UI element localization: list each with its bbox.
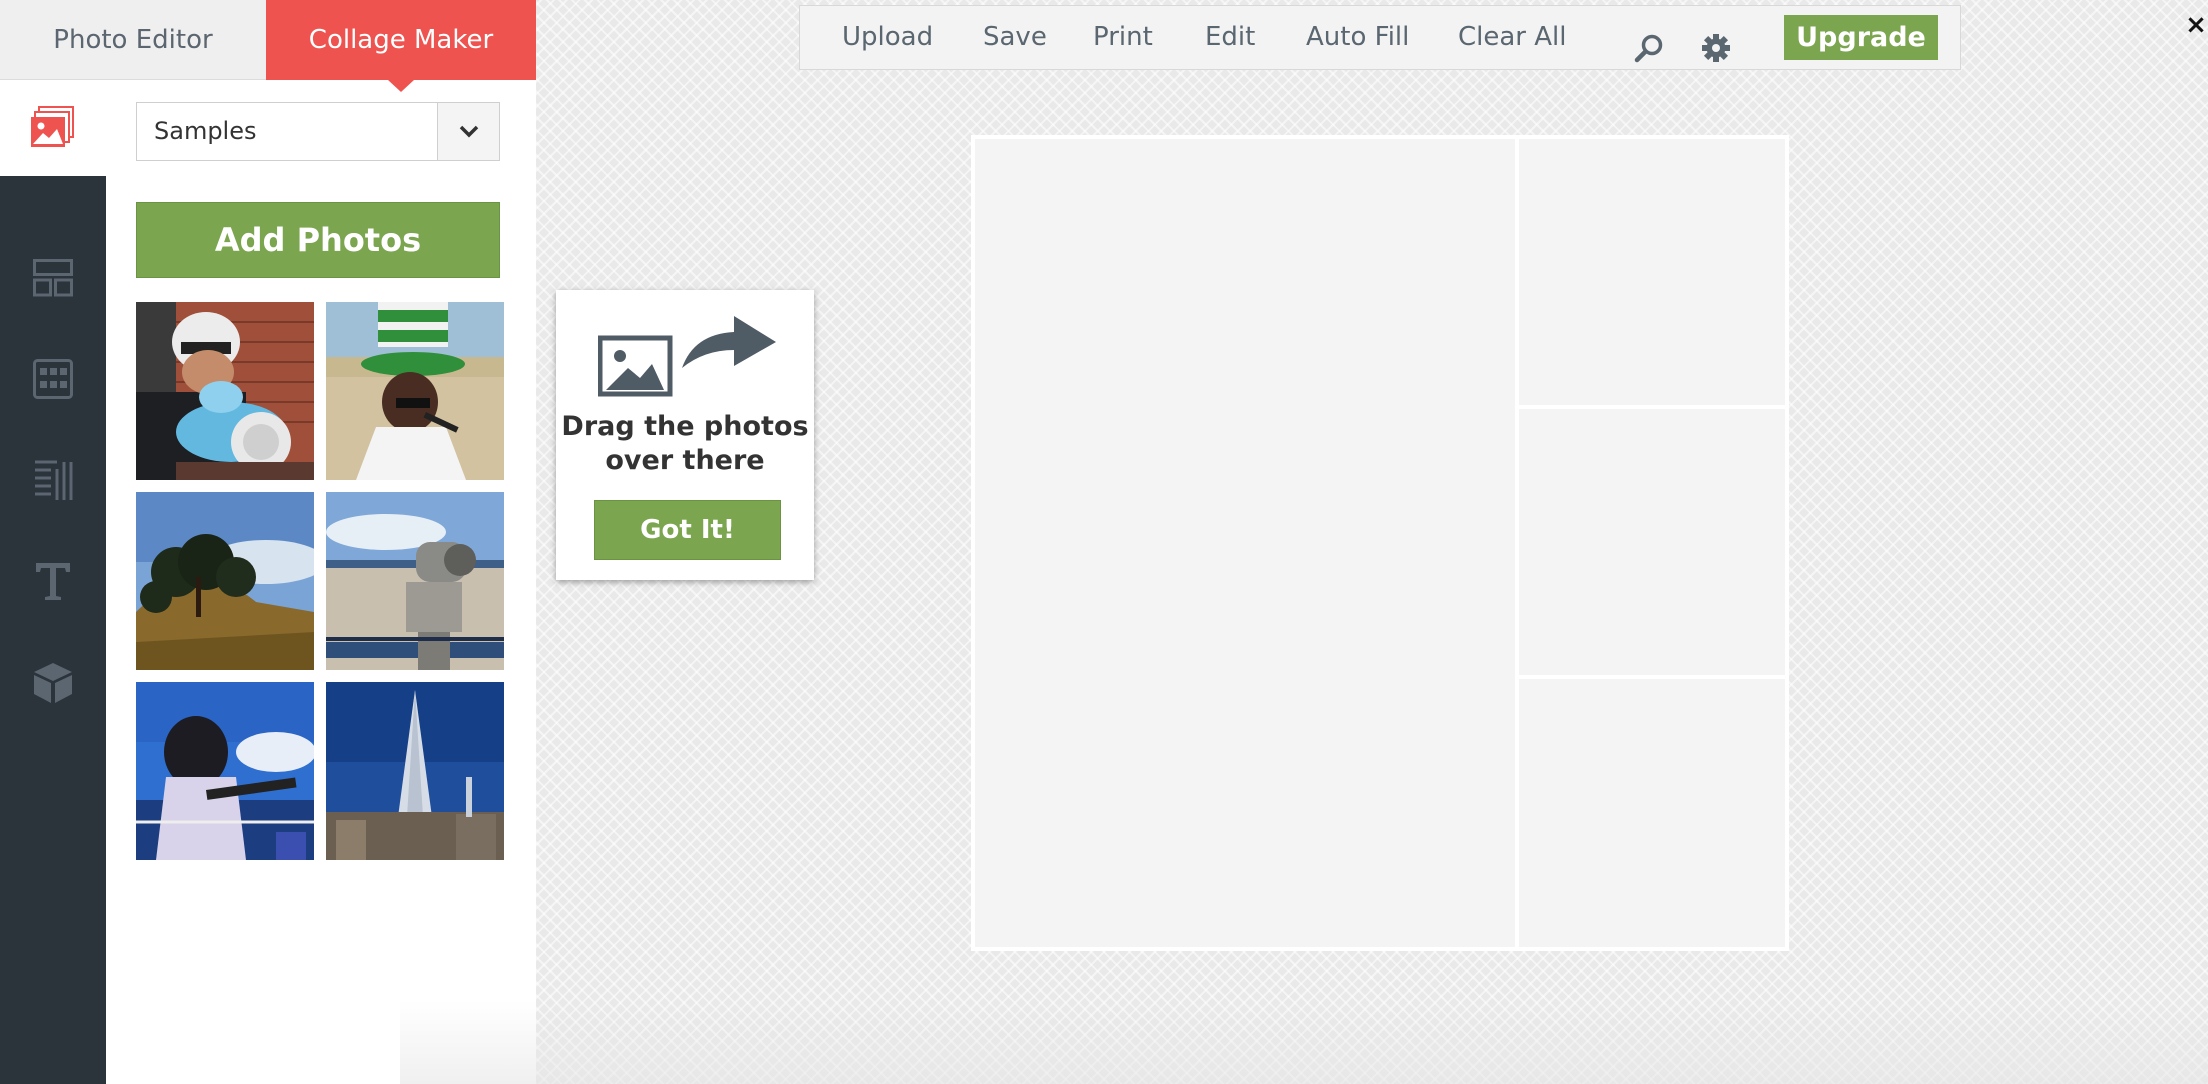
rail-item-backgrounds[interactable]	[0, 430, 106, 530]
upgrade-button[interactable]: Upgrade	[1784, 15, 1938, 60]
rail-item-photos[interactable]	[0, 80, 106, 176]
photo-source-select[interactable]: Samples	[136, 102, 500, 161]
got-it-button[interactable]: Got It!	[594, 500, 781, 560]
photo-source-value: Samples	[154, 117, 257, 145]
sample-photo-thumbnail[interactable]	[326, 682, 504, 860]
photos-icon	[31, 106, 74, 147]
sample-photo-thumbnail[interactable]	[136, 302, 314, 480]
grid-icon	[33, 359, 73, 399]
tab-photo-editor[interactable]: Photo Editor	[0, 0, 266, 80]
clear-all-button[interactable]: Clear All	[1458, 6, 1567, 69]
collage-cell-top-right[interactable]	[1519, 139, 1785, 405]
mode-tabs: Photo Editor Collage Maker	[0, 0, 536, 92]
text-icon	[36, 563, 70, 600]
collage-canvas	[971, 135, 1789, 951]
layout-icon	[33, 259, 73, 297]
auto-fill-button[interactable]: Auto Fill	[1306, 6, 1409, 69]
search-icon[interactable]	[1634, 24, 1664, 63]
close-icon[interactable]: ×	[2184, 10, 2208, 40]
chevron-down-icon[interactable]	[437, 103, 499, 160]
toolbar: Upload Save Print Edit Auto Fill Clear A…	[799, 5, 1961, 70]
rail-item-layouts[interactable]	[0, 228, 106, 328]
sample-photo-thumbnail[interactable]	[326, 492, 504, 670]
stickers-icon	[34, 663, 72, 703]
collage-cell-middle-right[interactable]	[1519, 409, 1785, 675]
print-button[interactable]: Print	[1093, 6, 1153, 69]
drag-photo-hint-icon	[598, 316, 776, 397]
tab-collage-maker[interactable]: Collage Maker	[266, 0, 536, 92]
rail-item-grid[interactable]	[0, 329, 106, 429]
collage-cell-bottom-right[interactable]	[1519, 679, 1785, 947]
bottom-shadow	[400, 1000, 2208, 1084]
upload-button[interactable]: Upload	[842, 6, 933, 69]
collage-cell-main[interactable]	[975, 139, 1515, 947]
hint-text: Drag the photos over there	[556, 410, 814, 478]
hint-line-1: Drag the photos	[561, 411, 809, 442]
drag-hint-card: Drag the photos over there Got It!	[556, 290, 814, 580]
backgrounds-icon	[35, 460, 73, 500]
sample-photo-thumbnail[interactable]	[136, 492, 314, 670]
hint-line-2: over there	[605, 445, 765, 476]
left-panel: Photo Editor Collage Maker Samples Add P…	[0, 0, 536, 1084]
save-button[interactable]: Save	[983, 6, 1047, 69]
icon-rail	[0, 80, 106, 1084]
rail-item-text[interactable]	[0, 531, 106, 631]
gear-icon[interactable]	[1701, 24, 1731, 62]
sample-photo-thumbnail[interactable]	[136, 682, 314, 860]
edit-button[interactable]: Edit	[1205, 6, 1255, 69]
add-photos-button[interactable]: Add Photos	[136, 202, 500, 278]
rail-item-stickers[interactable]	[0, 633, 106, 733]
sample-photo-thumbnail[interactable]	[326, 302, 504, 480]
